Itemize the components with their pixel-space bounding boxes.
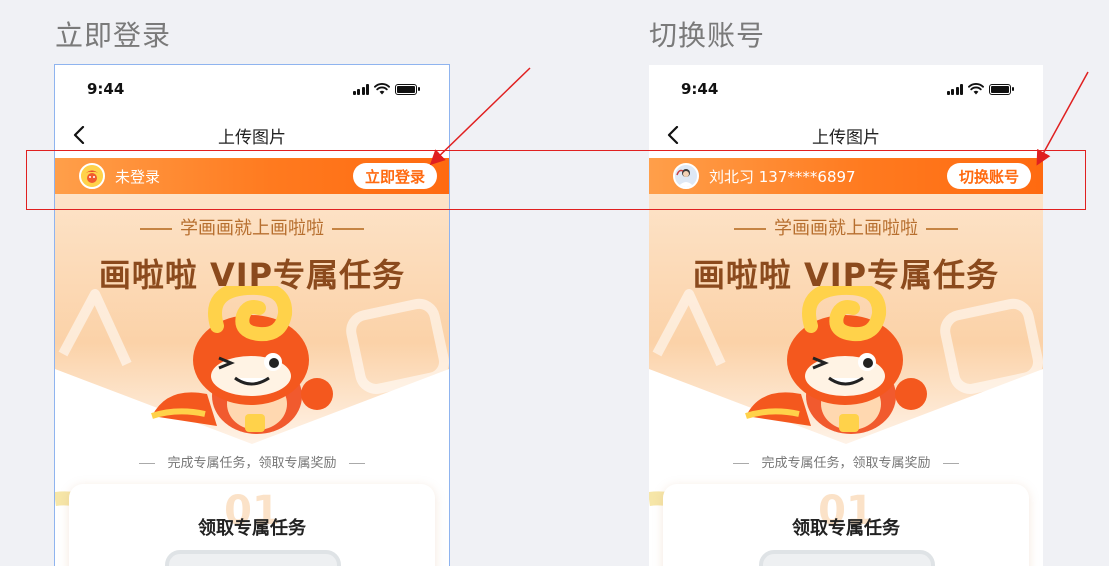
annotation-arrow-right (1036, 71, 1089, 166)
annotation-arrow-left (429, 67, 531, 166)
annotation-arrows (429, 67, 1089, 166)
